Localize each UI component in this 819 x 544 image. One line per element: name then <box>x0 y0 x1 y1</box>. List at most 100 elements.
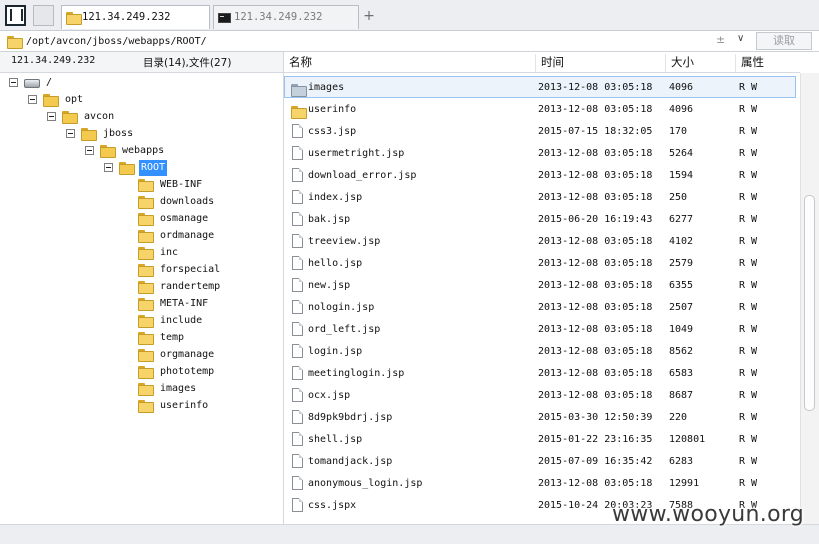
column-time[interactable]: 时间 <box>535 54 665 72</box>
tree-node[interactable]: orgmanage <box>0 347 280 363</box>
sidebar-toggle-icon[interactable] <box>5 5 26 26</box>
collapse-toggle-icon[interactable] <box>66 129 75 138</box>
file-row[interactable]: tomandjack.jsp 2015-07-09 16:35:42 6283 R W <box>284 450 796 472</box>
tree-node[interactable]: avcon <box>0 109 280 125</box>
folder-icon <box>138 264 154 277</box>
file-time: 2013-12-08 03:05:18 <box>538 148 653 159</box>
file-row[interactable]: index.jsp 2013-12-08 03:05:18 250 R W <box>284 186 796 208</box>
tree-node-label: include <box>160 315 203 326</box>
column-attr[interactable]: 属性 <box>735 54 800 72</box>
tree-node-label: randertemp <box>160 281 221 292</box>
tree-node[interactable]: userinfo <box>0 398 280 414</box>
file-name: images <box>308 82 345 93</box>
file-row[interactable]: anonymous_login.jsp 2013-12-08 03:05:18 12… <box>284 472 796 494</box>
file-name: nologin.jsp <box>308 302 375 313</box>
collapse-toggle-icon[interactable] <box>104 163 113 172</box>
column-name[interactable]: 名称 <box>284 54 535 72</box>
file-time: 2013-12-08 03:05:18 <box>538 104 653 115</box>
tree-node[interactable]: temp <box>0 330 280 346</box>
file-time: 2015-01-22 23:16:35 <box>538 434 653 445</box>
file-row[interactable]: 8d9pk9bdrj.jsp 2015-03-30 12:50:39 220 R W <box>284 406 796 428</box>
tree-node[interactable]: ordmanage <box>0 228 280 244</box>
chevron-down-icon[interactable]: ∨ <box>737 33 744 44</box>
tree-node[interactable]: include <box>0 313 280 329</box>
folder-icon <box>138 383 154 396</box>
drive-icon <box>24 79 40 88</box>
folder-icon <box>138 213 154 226</box>
collapse-toggle-icon[interactable] <box>9 78 18 87</box>
file-row[interactable]: userinfo 2013-12-08 03:05:18 4096 R W <box>284 98 796 120</box>
tree-node-label: / <box>46 77 53 88</box>
file-attr: R W <box>739 390 758 401</box>
tree-node[interactable]: phototemp <box>0 364 280 380</box>
tree-node-label: userinfo <box>160 400 209 411</box>
tab-label: 121.34.249.232 <box>234 11 323 23</box>
tree-node-label: WEB-INF <box>160 179 203 190</box>
tree-node[interactable]: images <box>0 381 280 397</box>
file-name: 8d9pk9bdrj.jsp <box>308 412 393 423</box>
file-name: treeview.jsp <box>308 236 381 247</box>
file-row[interactable]: shell.jsp 2015-01-22 23:16:35 120801 R W <box>284 428 796 450</box>
file-size: 4102 <box>669 236 694 247</box>
folder-icon <box>62 111 78 124</box>
tab-file-manager[interactable]: 121.34.249.232 <box>61 5 210 29</box>
tree-node[interactable]: opt <box>0 92 280 108</box>
tree-node[interactable]: downloads <box>0 194 280 210</box>
file-size: 2579 <box>669 258 694 269</box>
file-time: 2013-12-08 03:05:18 <box>538 280 653 291</box>
file-time: 2013-12-08 03:05:18 <box>538 302 653 313</box>
file-time: 2013-12-08 03:05:18 <box>538 390 653 401</box>
file-row[interactable]: nologin.jsp 2013-12-08 03:05:18 2507 R W <box>284 296 796 318</box>
file-name: meetinglogin.jsp <box>308 368 405 379</box>
tree-node[interactable]: / <box>0 75 280 91</box>
path-input[interactable] <box>26 31 752 51</box>
file-row[interactable]: usermetright.jsp 2013-12-08 03:05:18 5264 R… <box>284 142 796 164</box>
file-list-scrollbar[interactable] <box>800 73 819 524</box>
collapse-toggle-icon[interactable] <box>85 146 94 155</box>
tree-node[interactable]: META-INF <box>0 296 280 312</box>
file-row[interactable]: login.jsp 2013-12-08 03:05:18 8562 R W <box>284 340 796 362</box>
tree-node[interactable]: WEB-INF <box>0 177 280 193</box>
file-row[interactable]: hello.jsp 2013-12-08 03:05:18 2579 R W <box>284 252 796 274</box>
tree-node[interactable]: webapps <box>0 143 280 159</box>
tree-node[interactable]: osmanage <box>0 211 280 227</box>
scrollbar-thumb[interactable] <box>804 195 815 411</box>
file-row[interactable]: treeview.jsp 2013-12-08 03:05:18 4102 R W <box>284 230 796 252</box>
file-attr: R W <box>739 456 758 467</box>
file-row[interactable]: ocx.jsp 2013-12-08 03:05:18 8687 R W <box>284 384 796 406</box>
tree-node[interactable]: forspecial <box>0 262 280 278</box>
add-tab-button[interactable]: + <box>361 5 377 27</box>
tree-node[interactable]: ROOT <box>0 160 280 176</box>
file-name: login.jsp <box>308 346 363 357</box>
folder-icon <box>66 12 82 25</box>
file-row[interactable]: images 2013-12-08 03:05:18 4096 R W <box>284 76 796 98</box>
file-attr: R W <box>739 170 758 181</box>
file-row[interactable]: meetinglogin.jsp 2013-12-08 03:05:18 6583 R… <box>284 362 796 384</box>
tree-node[interactable]: inc <box>0 245 280 261</box>
new-window-icon[interactable] <box>33 5 54 26</box>
file-size: 2507 <box>669 302 694 313</box>
tree-node[interactable]: randertemp <box>0 279 280 295</box>
path-extra-icon[interactable]: ± <box>716 33 725 46</box>
file-row[interactable]: css3.jsp 2015-07-15 18:32:05 170 R W <box>284 120 796 142</box>
file-row[interactable]: new.jsp 2013-12-08 03:05:18 6355 R W <box>284 274 796 296</box>
tree-node-label: inc <box>160 247 179 258</box>
collapse-toggle-icon[interactable] <box>28 95 37 104</box>
file-size: 170 <box>669 126 688 137</box>
file-attr: R W <box>739 324 758 335</box>
file-attr: R W <box>739 148 758 159</box>
file-row[interactable]: bak.jsp 2015-06-20 16:19:43 6277 R W <box>284 208 796 230</box>
collapse-toggle-icon[interactable] <box>47 112 56 121</box>
file-time: 2015-03-30 12:50:39 <box>538 412 653 423</box>
column-size[interactable]: 大小 <box>665 54 735 72</box>
file-row[interactable]: ord_left.jsp 2013-12-08 03:05:18 1049 R W <box>284 318 796 340</box>
file-name: userinfo <box>308 104 357 115</box>
file-time: 2015-07-15 18:32:05 <box>538 126 653 137</box>
file-size: 4096 <box>669 82 694 93</box>
status-bar <box>0 524 819 544</box>
read-button[interactable]: 读取 <box>756 32 812 50</box>
tab-terminal[interactable]: 121.34.249.232 <box>213 5 359 29</box>
file-row[interactable]: download_error.jsp 2013-12-08 03:05:18 159… <box>284 164 796 186</box>
tree-node[interactable]: jboss <box>0 126 280 142</box>
file-time: 2013-12-08 03:05:18 <box>538 192 653 203</box>
